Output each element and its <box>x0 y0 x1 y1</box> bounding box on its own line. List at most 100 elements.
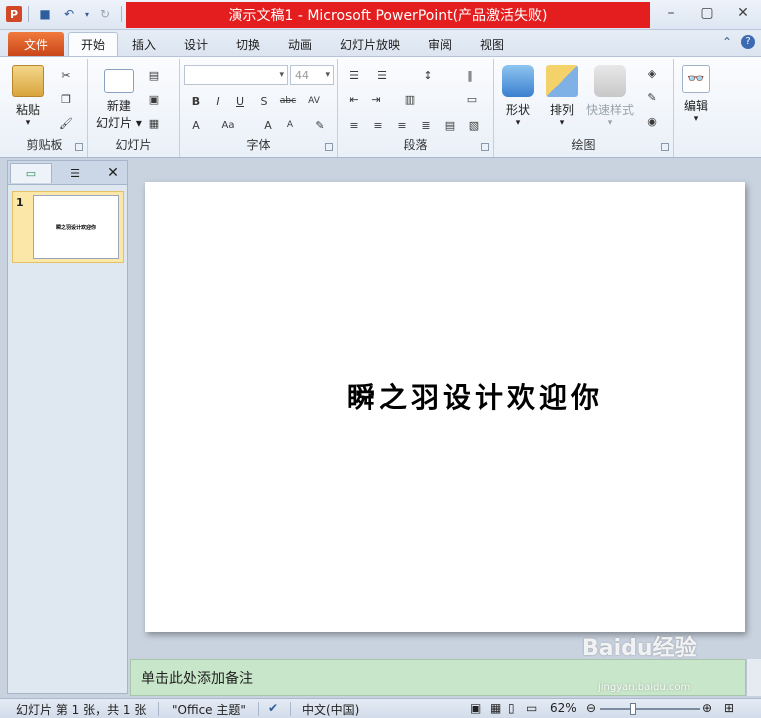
undo-icon[interactable]: ↶ <box>59 4 79 24</box>
normal-view-icon[interactable]: ▣ <box>470 701 481 715</box>
slide-sorter-icon[interactable]: ▦ <box>490 701 501 715</box>
slide-title-text[interactable]: 瞬之羽设计欢迎你 <box>145 376 745 416</box>
shape-effects-icon[interactable]: ◉ <box>644 113 660 129</box>
undo-dropdown-icon[interactable]: ▾ <box>83 4 91 24</box>
decrease-indent-icon[interactable]: ⇤ <box>346 91 362 107</box>
drawing-launcher-icon[interactable] <box>661 143 669 151</box>
strikethrough-icon[interactable]: abc <box>280 93 296 109</box>
quick-styles-dropdown-icon: ▾ <box>607 118 613 128</box>
maximize-button[interactable]: ▢ <box>689 0 725 26</box>
zoom-level[interactable]: 62% <box>550 701 577 715</box>
align-text-icon[interactable]: ▭ <box>464 91 480 107</box>
align-right-icon[interactable]: ≡ <box>394 117 410 133</box>
numbering-icon[interactable]: ☰ <box>374 67 390 83</box>
paste-button[interactable]: 粘贴 ▾ <box>12 65 44 128</box>
minimize-ribbon-icon[interactable]: ⌃ <box>722 35 732 49</box>
zoom-out-icon[interactable]: ⊖ <box>586 701 596 715</box>
shapes-button[interactable]: 形状 ▾ <box>502 65 534 128</box>
shrink-font-icon[interactable]: A <box>282 117 298 133</box>
tab-home[interactable]: 开始 <box>68 32 119 56</box>
justify-icon[interactable]: ≣ <box>418 117 434 133</box>
help-icon[interactable]: ? <box>741 35 755 49</box>
section-icon[interactable]: ▦ <box>146 115 162 131</box>
increase-indent-icon[interactable]: ⇥ <box>368 91 384 107</box>
tab-outline-view[interactable]: ☰ <box>54 163 96 183</box>
redo-icon[interactable]: ↻ <box>95 4 115 24</box>
baidu-watermark-url: jingyan.baidu.com <box>598 682 691 693</box>
spellcheck-icon[interactable]: ✔ <box>268 701 278 715</box>
font-name-select[interactable] <box>184 65 288 85</box>
group-editing: 👓 编辑 ▾ <box>674 59 724 157</box>
clipboard-launcher-icon[interactable] <box>75 143 83 151</box>
shape-outline-icon[interactable]: ✎ <box>644 89 660 105</box>
bold-icon[interactable]: B <box>188 93 204 109</box>
format-painter-icon[interactable]: 🖌 <box>58 115 74 131</box>
tab-slideshow[interactable]: 幻灯片放映 <box>328 32 412 56</box>
paste-label: 粘贴 <box>15 103 40 117</box>
edit-label: 编辑 <box>683 99 708 113</box>
slide-thumbnail-selected[interactable]: 1 瞬之羽设计欢迎你 <box>12 191 124 263</box>
edit-button[interactable]: 👓 编辑 ▾ <box>682 65 710 124</box>
font-size-select[interactable]: 44 <box>290 65 334 85</box>
fit-to-window-icon[interactable]: ⊞ <box>724 701 734 715</box>
powerpoint-icon[interactable]: P <box>6 6 22 22</box>
slideshow-icon[interactable]: ▭ <box>526 701 537 715</box>
quick-styles-button[interactable]: 快速样式 ▾ <box>586 65 634 128</box>
change-case-icon[interactable]: Aa <box>220 117 236 133</box>
tab-view[interactable]: 视图 <box>468 32 516 56</box>
shadow-icon[interactable]: S <box>256 93 272 109</box>
minimize-button[interactable]: – <box>653 0 689 26</box>
text-direction-icon[interactable]: ‖ <box>462 67 478 83</box>
arrange-button[interactable]: 排列 ▾ <box>546 65 578 128</box>
zoom-slider[interactable] <box>600 708 700 710</box>
status-theme[interactable]: "Office 主题" <box>172 701 246 718</box>
zoom-slider-thumb[interactable] <box>630 703 636 715</box>
save-icon[interactable]: ■ <box>35 4 55 24</box>
italic-icon[interactable]: I <box>210 93 226 109</box>
close-button[interactable]: ✕ <box>725 0 761 26</box>
smartart-icon[interactable]: ▧ <box>466 117 482 133</box>
separator <box>258 702 259 716</box>
align-center-icon[interactable]: ≡ <box>370 117 386 133</box>
char-spacing-icon[interactable]: AV <box>306 93 322 109</box>
distributed-icon[interactable]: ▤ <box>442 117 458 133</box>
font-color-icon[interactable]: A <box>188 117 204 133</box>
tab-transitions[interactable]: 切换 <box>224 32 272 56</box>
slide-panel-tabs: ▭ ☰ ✕ <box>8 161 127 185</box>
tab-review[interactable]: 审阅 <box>416 32 464 56</box>
font-launcher-icon[interactable] <box>325 143 333 151</box>
zoom-in-icon[interactable]: ⊕ <box>702 701 712 715</box>
copy-icon[interactable]: ❐ <box>58 91 74 107</box>
tab-file[interactable]: 文件 <box>8 32 64 56</box>
line-spacing-icon[interactable]: ↕ <box>420 67 436 83</box>
bullets-icon[interactable]: ☰ <box>346 67 362 83</box>
tab-slides-view[interactable]: ▭ <box>10 163 52 183</box>
reading-view-icon[interactable]: ▯ <box>508 701 515 715</box>
status-slide-info: 幻灯片 第 1 张，共 1 张 <box>16 703 147 717</box>
clear-format-icon[interactable]: ✎ <box>312 117 328 133</box>
new-slide-button[interactable]: 新建 幻灯片 ▾ <box>96 65 142 131</box>
notes-scrollbar[interactable] <box>746 659 761 696</box>
layout-icon[interactable]: ▤ <box>146 67 162 83</box>
paragraph-launcher-icon[interactable] <box>481 143 489 151</box>
tab-design[interactable]: 设计 <box>172 32 220 56</box>
tab-animations[interactable]: 动画 <box>276 32 324 56</box>
new-slide-label-2: 幻灯片 ▾ <box>96 116 142 130</box>
tab-insert[interactable]: 插入 <box>120 32 168 56</box>
group-label-slides: 幻灯片 <box>115 138 152 152</box>
slide-canvas[interactable]: 瞬之羽设计欢迎你 <box>145 182 745 632</box>
columns-icon[interactable]: ▥ <box>402 91 418 107</box>
slide-panel: ▭ ☰ ✕ 1 瞬之羽设计欢迎你 <box>7 160 128 694</box>
shape-fill-icon[interactable]: ◈ <box>644 65 660 81</box>
status-language[interactable]: 中文(中国) <box>302 701 359 718</box>
slide-thumbnail[interactable]: 瞬之羽设计欢迎你 <box>33 195 119 259</box>
close-panel-button[interactable]: ✕ <box>102 163 124 183</box>
ribbon-tabs: 文件 开始 插入 设计 切换 动画 幻灯片放映 审阅 视图 ⌃ ? <box>0 30 761 56</box>
shapes-label: 形状 <box>505 103 530 117</box>
reset-icon[interactable]: ▣ <box>146 91 162 107</box>
grow-font-icon[interactable]: A <box>260 117 276 133</box>
align-left-icon[interactable]: ≡ <box>346 117 362 133</box>
quick-styles-icon <box>594 65 626 97</box>
underline-icon[interactable]: U <box>232 93 248 109</box>
cut-icon[interactable]: ✂ <box>58 67 74 83</box>
